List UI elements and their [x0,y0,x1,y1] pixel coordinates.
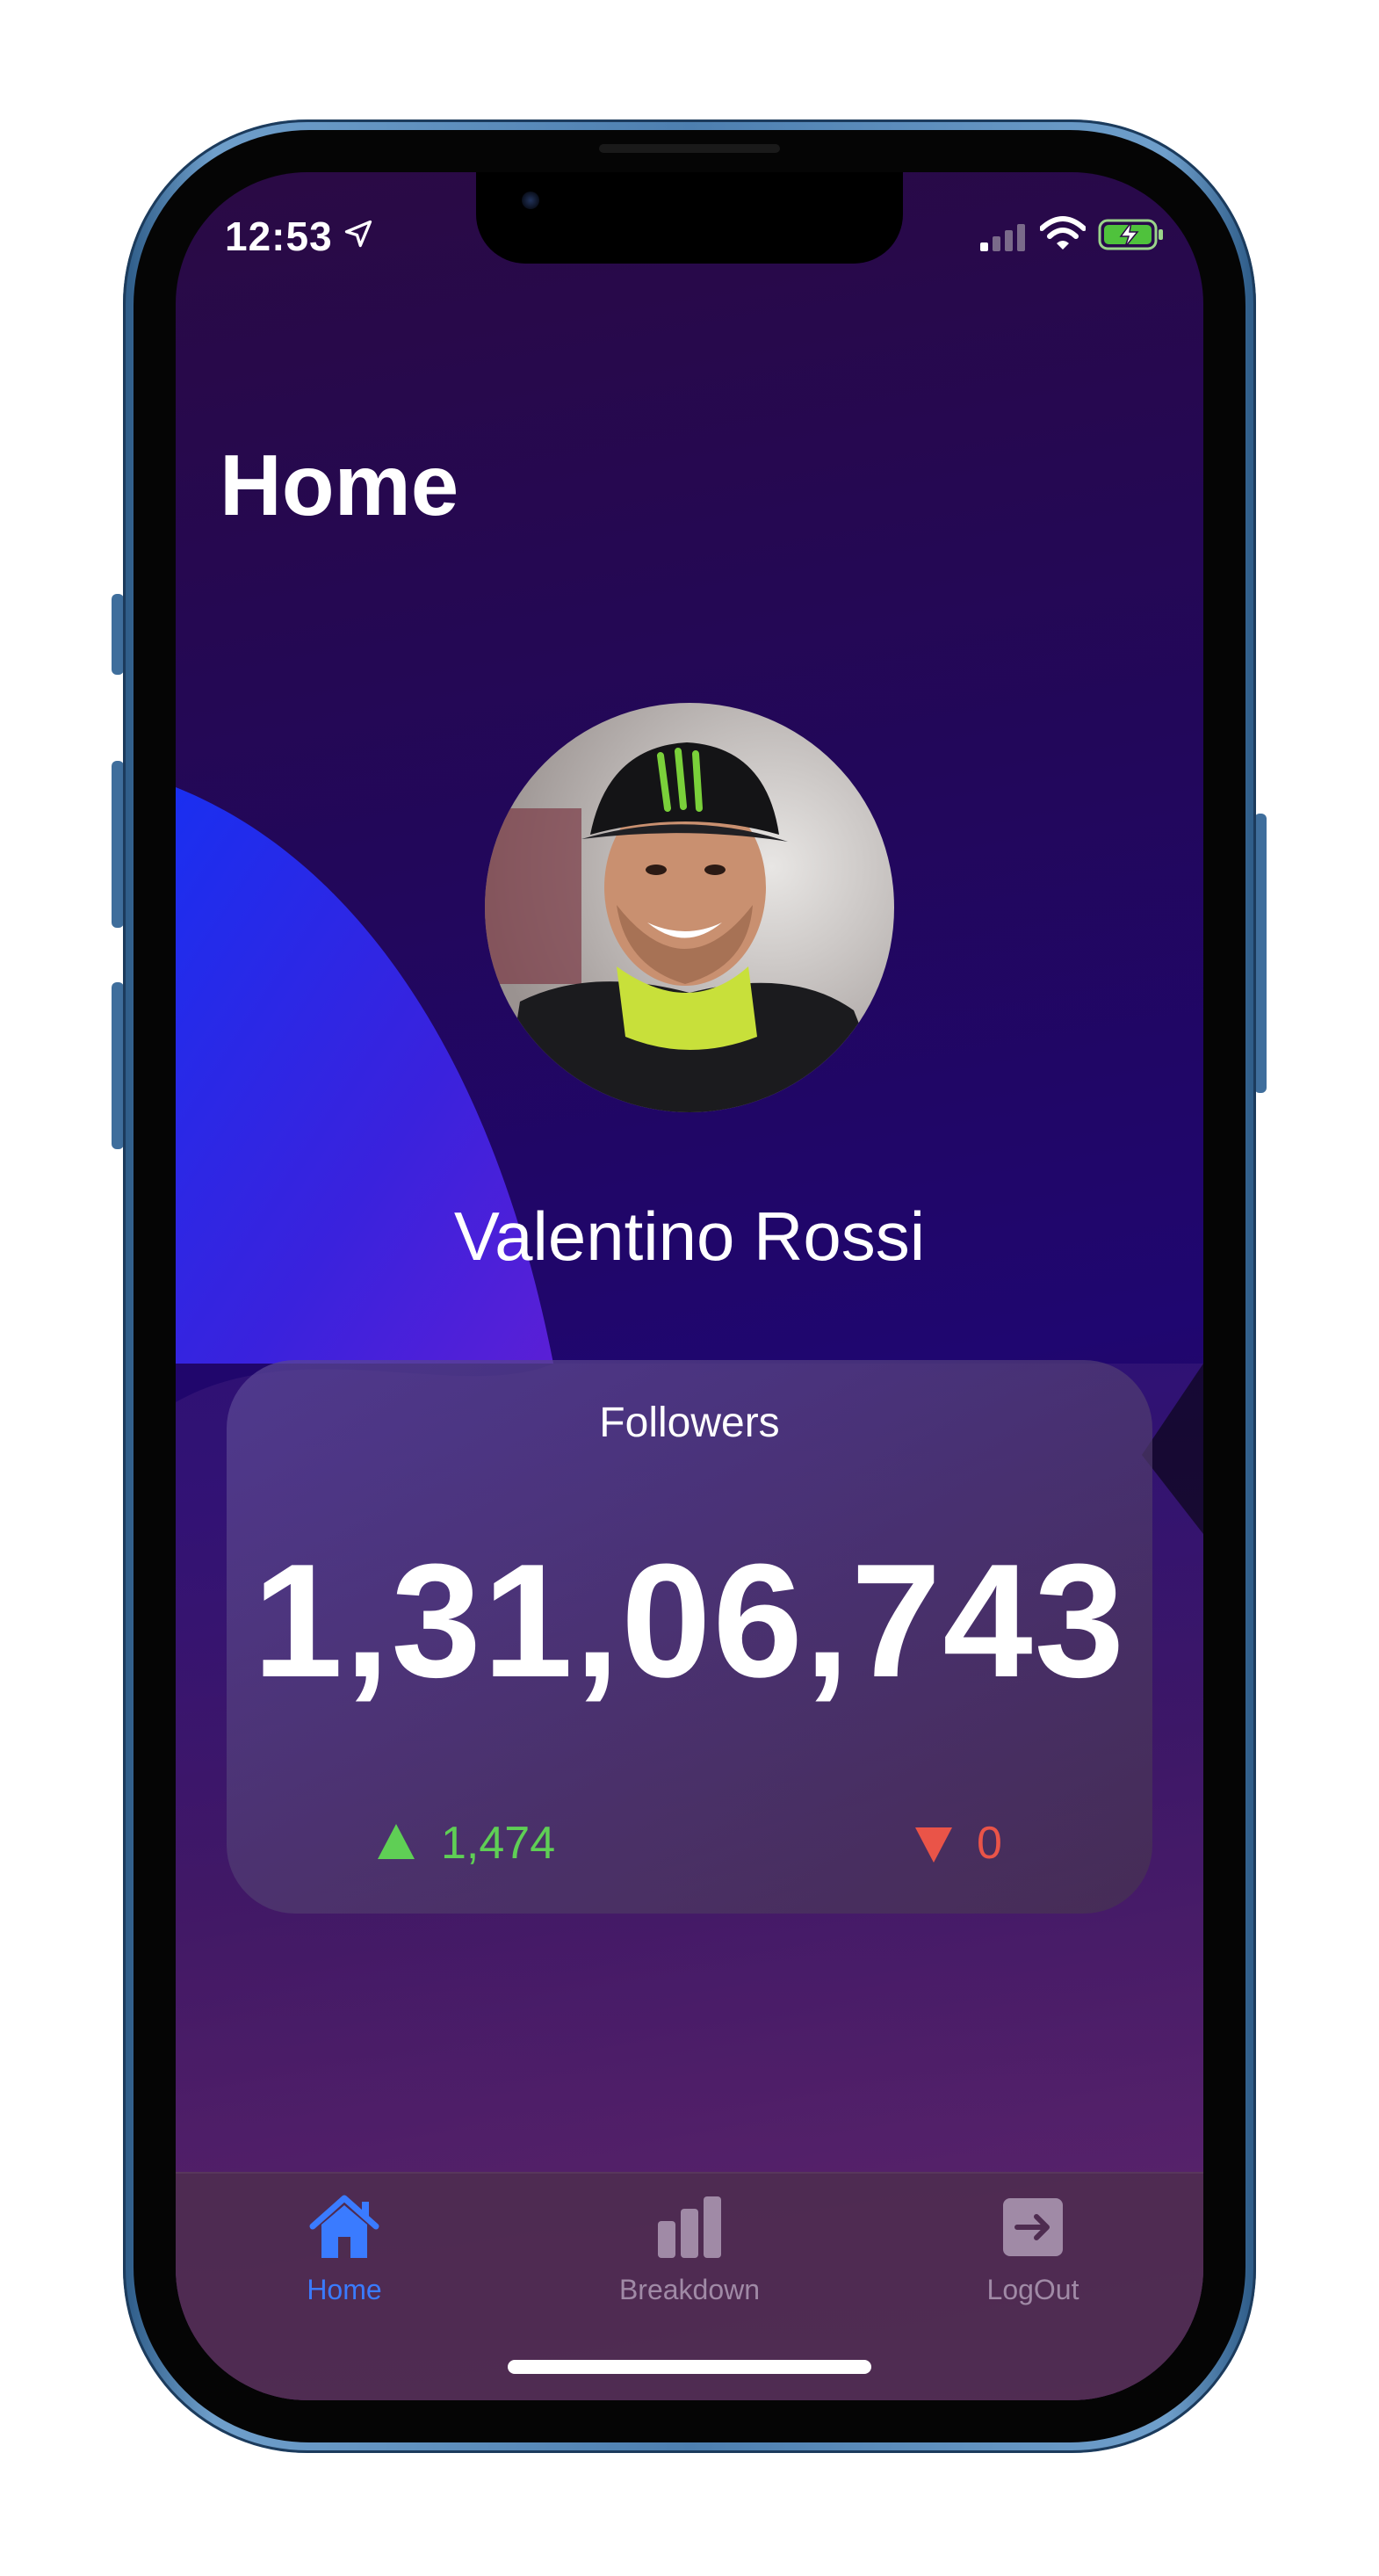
followers-label: Followers [599,1400,780,1446]
followers-card: Followers 1,31,06,743 1,474 0 [227,1360,1152,1914]
triangle-down-icon [915,1827,952,1863]
mute-switch [112,594,124,675]
triangle-up-icon [378,1824,415,1859]
followers-gained: 1,474 [441,1818,556,1869]
battery-charging-icon [1098,219,1163,250]
home-indicator[interactable] [508,2360,871,2374]
tab-breakdown[interactable]: Breakdown [558,2174,821,2349]
phone-screen: 12:53 Home Valentino Rossi Followers 1,3… [176,172,1203,2400]
status-time: 12:53 [225,213,333,259]
followers-lost: 0 [977,1818,1002,1869]
wifi-icon [1040,216,1086,250]
location-arrow-icon [344,220,372,248]
logout-icon [1003,2198,1063,2256]
follower-count: 1,31,06,743 [252,1530,1127,1711]
earpiece-speaker [599,144,780,153]
profile-avatar [485,703,894,1112]
page-title: Home [220,437,459,533]
power-button [1254,814,1267,1093]
house-icon [309,2195,379,2258]
front-camera [522,192,539,209]
tab-home[interactable]: Home [213,2174,476,2349]
tab-home-label: Home [307,2274,382,2305]
notch [476,172,903,264]
profile-name: Valentino Rossi [453,1198,926,1275]
volume-up-button [112,761,124,928]
tab-logout-label: LogOut [986,2274,1079,2305]
cellular-signal-icon [980,224,1025,251]
profile-photo [485,703,894,1112]
tab-breakdown-label: Breakdown [618,2274,761,2305]
volume-down-button [112,982,124,1149]
tab-logout[interactable]: LogOut [901,2174,1165,2349]
bar-chart-icon [658,2196,721,2258]
